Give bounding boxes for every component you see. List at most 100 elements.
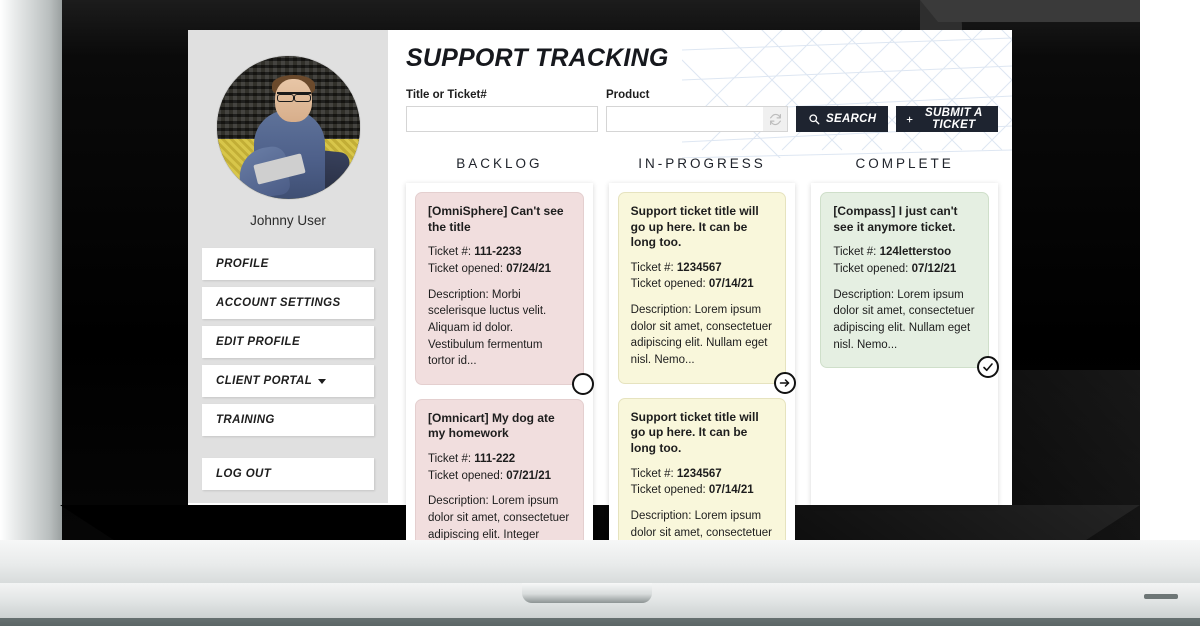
search-button[interactable]: SEARCH: [796, 106, 889, 132]
column-title: COMPLETE: [855, 156, 954, 171]
check-circle-icon[interactable]: [977, 356, 1000, 379]
glasses-icon: [276, 91, 312, 102]
sidebar-nav: PROFILE ACCOUNT SETTINGS EDIT PROFILE CL…: [202, 248, 374, 490]
sidebar-item-label: EDIT PROFILE: [216, 336, 301, 348]
column-in-progress: IN-PROGRESS Support ticket title will go…: [608, 156, 797, 540]
ticket-opened-label: Ticket opened:: [630, 484, 706, 497]
ticket-opened-row: Ticket opened: 07/14/21: [631, 482, 774, 499]
ticket-opened-label: Ticket opened:: [630, 278, 706, 291]
sidebar-item-edit-profile[interactable]: EDIT PROFILE: [202, 326, 374, 358]
refresh-button[interactable]: [763, 107, 787, 131]
search-button-label: SEARCH: [826, 113, 877, 125]
search-bar: Title or Ticket# Product SEARCH SUBMIT A…: [406, 89, 998, 132]
ticket-description: Description: Lorem ipsum dolor sit amet,…: [630, 304, 772, 367]
sidebar-item-account-settings[interactable]: ACCOUNT SETTINGS: [202, 287, 374, 319]
chevron-down-icon: [318, 378, 327, 384]
ticket-title: [OmniSphere] Can't see the title: [428, 204, 564, 234]
ticket-opened-label: Ticket opened:: [428, 469, 504, 482]
laptop-left-edge: [0, 0, 62, 572]
ticket-opened-row: Ticket opened: 07/12/21: [833, 261, 976, 278]
ticket-number-label: Ticket #:: [428, 453, 472, 466]
ticket-number-value: 1234567: [676, 467, 722, 480]
main-content: SUPPORT TRACKING Title or Ticket# Produc…: [388, 30, 1012, 540]
product-input[interactable]: [606, 106, 788, 132]
ticket-number-label: Ticket #:: [428, 246, 472, 259]
sidebar-item-log-out[interactable]: LOG OUT: [202, 458, 374, 490]
column-backlog: BACKLOG [OmniSphere] Can't see the title…: [406, 156, 594, 540]
avatar-wrapper: [202, 56, 374, 199]
sidebar-item-label: TRAINING: [216, 414, 275, 426]
ticket-card[interactable]: [Omnicart] My dog ate my homework Ticket…: [415, 398, 584, 540]
ticket-opened-value: 07/24/21: [506, 262, 551, 275]
ticket-opened-row: Ticket opened: 07/14/21: [631, 276, 774, 293]
ticket-card[interactable]: Support ticket title will go up here. It…: [617, 192, 797, 394]
title-field-group: Title or Ticket#: [406, 89, 598, 132]
sidebar-item-label: CLIENT PORTAL: [216, 375, 313, 387]
ticket-card[interactable]: [OmniSphere] Can't see the title Ticket …: [415, 192, 594, 395]
ticket-opened-label: Ticket opened:: [428, 262, 504, 275]
ticket-number-value: 1234567: [676, 261, 722, 274]
page-title: SUPPORT TRACKING: [406, 44, 669, 72]
avatar: [216, 56, 360, 199]
kanban-board: BACKLOG [OmniSphere] Can't see the title…: [406, 156, 1000, 540]
column-body-backlog: [OmniSphere] Can't see the title Ticket …: [406, 183, 594, 540]
refresh-icon: [769, 113, 781, 125]
ticket-opened-row: Ticket opened: 07/21/21: [428, 468, 571, 485]
ticket-number-row: Ticket #: 1234567: [631, 260, 774, 277]
ticket-number-row: Ticket #: 111-222: [428, 451, 571, 468]
ticket-number-row: Ticket #: 1234567: [631, 466, 774, 483]
laptop-base-indicator: [1144, 594, 1178, 599]
circle-empty-icon[interactable]: [571, 372, 594, 395]
column-title: IN-PROGRESS: [638, 156, 766, 171]
user-name: Johnny User: [250, 213, 326, 228]
ticket-number-label: Ticket #:: [630, 467, 674, 480]
browser-viewport: Johnny User PROFILE ACCOUNT SETTINGS EDI…: [188, 30, 1012, 540]
column-body-in-progress: Support ticket title will go up here. It…: [608, 183, 797, 540]
laptop-base-shadow: [0, 618, 1200, 626]
check-glyph: [983, 363, 993, 372]
sidebar-item-client-portal[interactable]: CLIENT PORTAL: [202, 365, 374, 397]
arrow-right-icon[interactable]: [774, 371, 797, 394]
ticket-description: Description: Lorem ipsum dolor sit amet,…: [833, 288, 975, 351]
sidebar-item-training[interactable]: TRAINING: [202, 404, 374, 436]
ticket-number-row: Ticket #: 111-2233: [428, 244, 571, 261]
submit-ticket-button[interactable]: SUBMIT A TICKET: [896, 106, 998, 132]
column-complete: COMPLETE [Compass] I just can't see it a…: [811, 156, 1000, 540]
arrow-right-glyph: [780, 379, 790, 387]
product-input-wrapper: [606, 106, 788, 132]
title-field-label: Title or Ticket#: [406, 89, 487, 101]
sidebar-item-label: PROFILE: [216, 258, 269, 270]
bezel-top-right: [920, 0, 1140, 22]
ticket-opened-value: 07/21/21: [506, 469, 551, 482]
ticket-opened-row: Ticket opened: 07/24/21: [428, 261, 571, 278]
ticket-card[interactable]: [Compass] I just can't see it anymore ti…: [820, 192, 1000, 379]
column-body-complete: [Compass] I just can't see it anymore ti…: [811, 183, 1000, 505]
search-icon: [809, 114, 820, 125]
ticket-number-row: Ticket #: 124letterstoo: [833, 244, 976, 261]
product-field-label: Product: [606, 89, 650, 101]
ticket-number-value: 124letterstoo: [879, 246, 952, 259]
sidebar-item-profile[interactable]: PROFILE: [202, 248, 374, 280]
laptop-mockup: Johnny User PROFILE ACCOUNT SETTINGS EDI…: [0, 0, 1200, 636]
ticket-opened-value: 07/12/21: [911, 262, 957, 275]
ticket-number-value: 111-222: [474, 453, 516, 466]
search-input[interactable]: [406, 106, 598, 132]
ticket-description: Description: Lorem ipsum dolor sit amet,…: [428, 495, 570, 540]
product-field-group: Product: [606, 89, 788, 132]
laptop-base-notch: [522, 583, 652, 603]
column-title: BACKLOG: [456, 156, 543, 171]
ticket-number-value: 111-2233: [474, 246, 522, 259]
ticket-title: [Omnicart] My dog ate my homework: [428, 410, 555, 441]
submit-ticket-label: SUBMIT A TICKET: [925, 107, 983, 131]
ticket-opened-value: 07/14/21: [708, 278, 754, 291]
ticket-opened-label: Ticket opened:: [833, 262, 909, 275]
ticket-card[interactable]: Support ticket title will go up here. It…: [617, 397, 787, 540]
ticket-number-label: Ticket #:: [630, 261, 674, 274]
ticket-description: Description: Lorem ipsum dolor sit amet,…: [630, 509, 772, 539]
ticket-title: Support ticket title will go up here. It…: [630, 409, 759, 455]
sidebar: Johnny User PROFILE ACCOUNT SETTINGS EDI…: [188, 30, 388, 503]
ticket-title: [Compass] I just can't see it anymore ti…: [833, 204, 958, 234]
plus-icon: [907, 116, 913, 122]
sidebar-item-label: ACCOUNT SETTINGS: [216, 297, 341, 309]
ticket-description: Description: Morbi scelerisque luctus ve…: [428, 288, 547, 368]
